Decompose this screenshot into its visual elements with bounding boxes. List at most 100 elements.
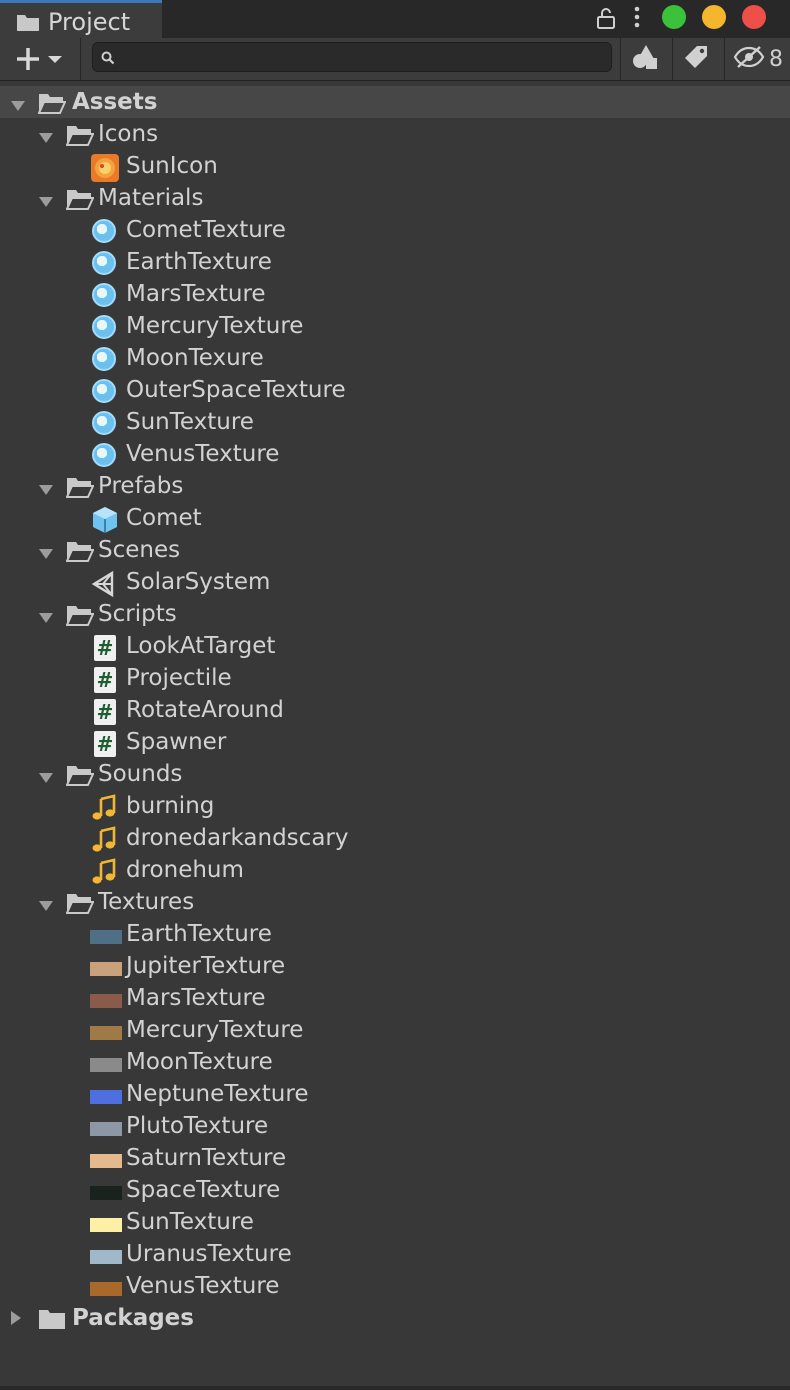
tree-asset-row[interactable]: UranusTexture — [0, 1238, 790, 1270]
tree-folder-row[interactable]: Packages — [0, 1302, 790, 1334]
search-field[interactable] — [92, 42, 612, 72]
expand-arrow-down-icon[interactable] — [38, 769, 54, 788]
project-window: Project 8 Assets Icons SunIcon Materials… — [0, 0, 790, 1390]
tree-item-label: Packages — [72, 1305, 194, 1331]
tree-item-label: Comet — [126, 505, 202, 531]
tree-item-label: OuterSpaceTexture — [126, 377, 346, 403]
tree-item-label: MercuryTexture — [126, 313, 304, 339]
tree-item-label: dronedarkandscary — [126, 825, 349, 851]
texture-thumbnail-icon — [90, 985, 122, 1015]
tree-item-label: Materials — [98, 185, 204, 211]
tree-item-label: Scripts — [98, 601, 177, 627]
tree-folder-row[interactable]: Icons — [0, 118, 790, 150]
tree-asset-row[interactable]: SpaceTexture — [0, 1174, 790, 1206]
search-input[interactable] — [123, 45, 607, 71]
audio-note-icon — [90, 825, 120, 855]
tree-asset-row[interactable]: MoonTexure — [0, 342, 790, 374]
tree-asset-row[interactable]: MarsTexture — [0, 278, 790, 310]
tree-item-label: MarsTexture — [126, 985, 266, 1011]
tree-asset-row[interactable]: EarthTexture — [0, 918, 790, 950]
expand-arrow-down-icon[interactable] — [10, 97, 26, 116]
tree-asset-row[interactable]: CometTexture — [0, 214, 790, 246]
tree-asset-row[interactable]: SunTexture — [0, 1206, 790, 1238]
folder-icon — [16, 12, 40, 36]
tree-asset-row[interactable]: # Projectile — [0, 662, 790, 694]
tree-folder-row[interactable]: Textures — [0, 886, 790, 918]
tree-item-label: Projectile — [126, 665, 232, 691]
tree-item-label: LookAtTarget — [126, 633, 276, 659]
search-by-label-button[interactable] — [682, 42, 710, 76]
tree-folder-row[interactable]: Materials — [0, 182, 790, 214]
tree-asset-row[interactable]: MarsTexture — [0, 982, 790, 1014]
expand-arrow-down-icon[interactable] — [38, 897, 54, 916]
folder-open-icon — [65, 188, 95, 214]
tree-asset-row[interactable]: dronehum — [0, 854, 790, 886]
tree-folder-row[interactable]: Assets — [0, 86, 790, 118]
tree-item-label: SunIcon — [126, 153, 218, 179]
minimize-button[interactable] — [702, 5, 726, 29]
tree-item-label: Sounds — [98, 761, 183, 787]
tag-icon — [682, 43, 710, 75]
expand-arrow-down-icon[interactable] — [38, 545, 54, 564]
tab-project[interactable]: Project — [0, 0, 162, 38]
hidden-count: 8 — [769, 46, 783, 72]
tree-asset-row[interactable]: MercuryTexture — [0, 1014, 790, 1046]
tree-asset-row[interactable]: dronedarkandscary — [0, 822, 790, 854]
tree-item-label: dronehum — [126, 857, 244, 883]
tree-asset-row[interactable]: Comet — [0, 502, 790, 534]
expand-arrow-down-icon[interactable] — [38, 609, 54, 628]
tree-folder-row[interactable]: Prefabs — [0, 470, 790, 502]
tree-asset-row[interactable]: MercuryTexture — [0, 310, 790, 342]
folder-open-icon — [65, 604, 95, 630]
folder-icon — [38, 1308, 66, 1334]
tree-folder-row[interactable]: Scenes — [0, 534, 790, 566]
tree-asset-row[interactable]: EarthTexture — [0, 246, 790, 278]
tree-asset-row[interactable]: SaturnTexture — [0, 1142, 790, 1174]
tree-item-label: Textures — [98, 889, 195, 915]
tree-item-label: SolarSystem — [126, 569, 271, 595]
hidden-packages-button[interactable]: 8 — [733, 42, 783, 76]
search-by-type-button[interactable] — [630, 42, 660, 76]
toolbar-separator — [724, 38, 725, 80]
tree-asset-row[interactable]: VenusTexture — [0, 1270, 790, 1302]
material-icon — [90, 377, 120, 407]
tree-asset-row[interactable]: NeptuneTexture — [0, 1078, 790, 1110]
expand-arrow-down-icon[interactable] — [38, 129, 54, 148]
tree-asset-row[interactable]: # Spawner — [0, 726, 790, 758]
tree-item-label: SunTexture — [126, 1209, 254, 1235]
close-button[interactable] — [742, 5, 766, 29]
tree-asset-row[interactable]: # LookAtTarget — [0, 630, 790, 662]
tree-asset-row[interactable]: JupiterTexture — [0, 950, 790, 982]
tree-asset-row[interactable]: SunTexture — [0, 406, 790, 438]
tree-asset-row[interactable]: burning — [0, 790, 790, 822]
tree-asset-row[interactable]: OuterSpaceTexture — [0, 374, 790, 406]
tree-asset-row[interactable]: VenusTexture — [0, 438, 790, 470]
tree-asset-row[interactable]: MoonTexture — [0, 1046, 790, 1078]
tree-item-label: Prefabs — [98, 473, 184, 499]
tab-title: Project — [48, 8, 131, 36]
tree-asset-row[interactable]: # RotateAround — [0, 694, 790, 726]
material-icon — [90, 313, 120, 343]
folder-open-icon — [65, 892, 95, 918]
folder-open-icon — [65, 476, 95, 502]
tree-folder-row[interactable]: Scripts — [0, 598, 790, 630]
search-icon — [101, 50, 115, 69]
maximize-button[interactable] — [662, 5, 686, 29]
csharp-script-icon: # — [90, 665, 120, 695]
more-options-icon[interactable] — [631, 5, 643, 35]
tree-item-label: CometTexture — [126, 217, 286, 243]
tree-item-label: MarsTexture — [126, 281, 266, 307]
tree-asset-row[interactable]: SolarSystem — [0, 566, 790, 598]
create-button[interactable] — [8, 42, 70, 76]
tree-asset-row[interactable]: PlutoTexture — [0, 1110, 790, 1142]
texture-thumbnail-icon — [90, 1145, 122, 1175]
tree-item-label: MercuryTexture — [126, 1017, 304, 1043]
expand-arrow-down-icon[interactable] — [38, 193, 54, 212]
tree-asset-row[interactable]: SunIcon — [0, 150, 790, 182]
expand-arrow-right-icon[interactable] — [10, 1310, 22, 1330]
expand-arrow-down-icon[interactable] — [38, 481, 54, 500]
lock-icon[interactable] — [596, 6, 616, 34]
material-icon — [90, 345, 120, 375]
tree-folder-row[interactable]: Sounds — [0, 758, 790, 790]
tree-item-label: RotateAround — [126, 697, 284, 723]
